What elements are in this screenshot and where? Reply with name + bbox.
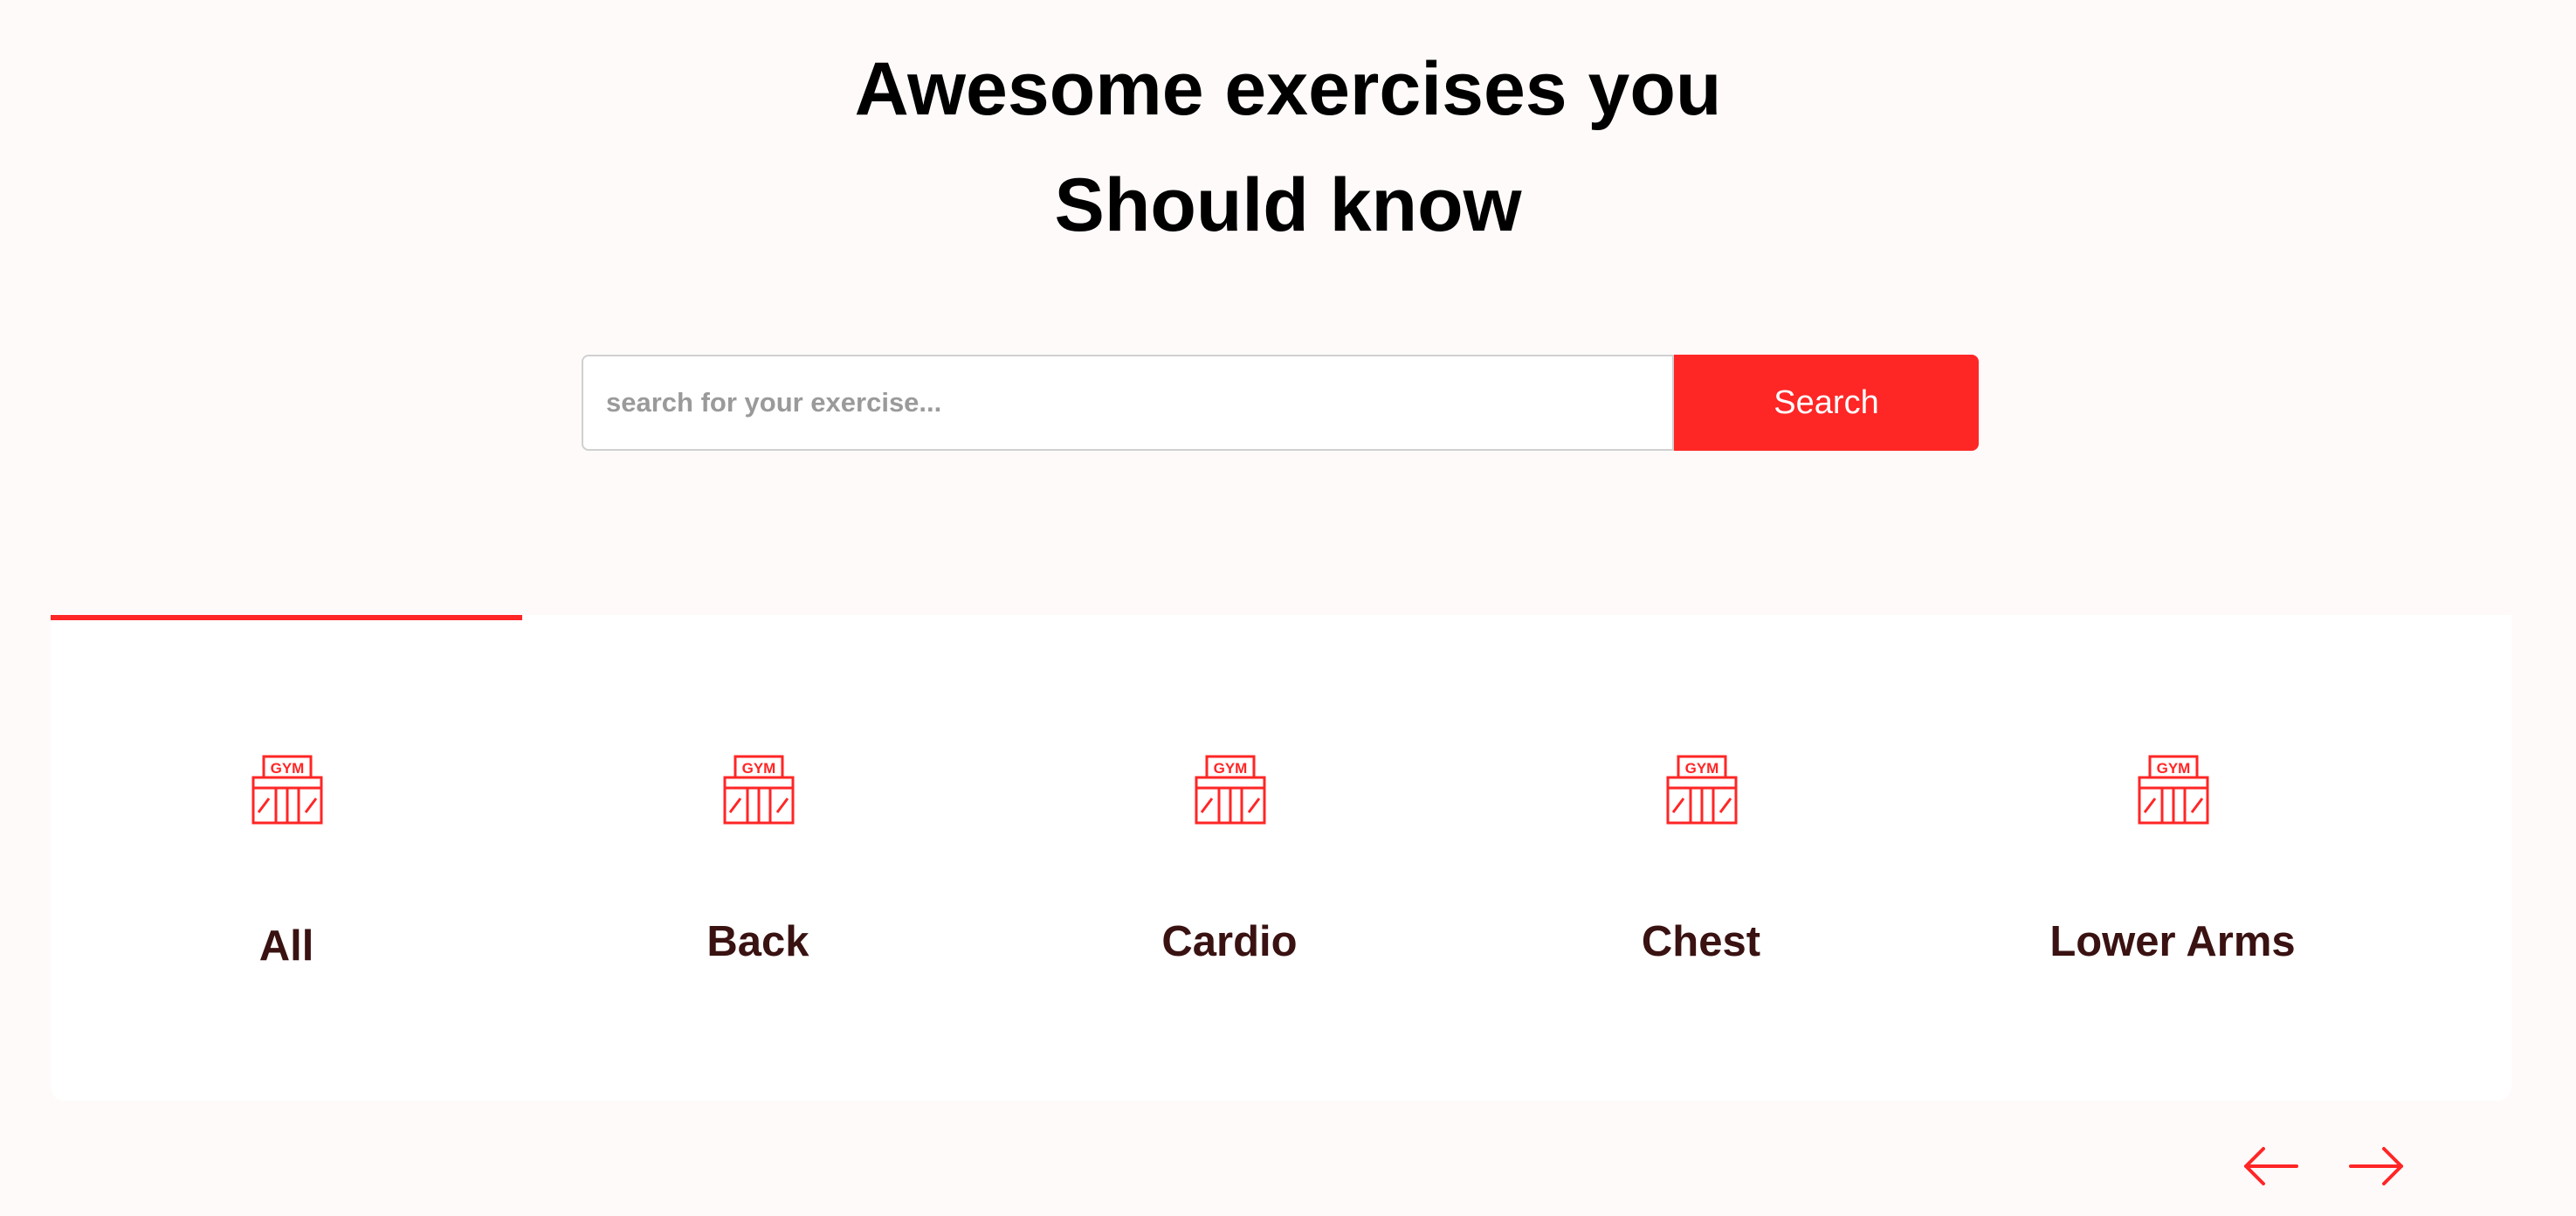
category-carousel: GYM All GYM Back GYM Cardio GYM Chest GY… bbox=[51, 615, 2511, 1101]
svg-text:GYM: GYM bbox=[271, 760, 305, 777]
category-label: Back bbox=[706, 918, 809, 965]
category-card-back[interactable]: GYM Back bbox=[522, 615, 994, 1101]
category-label: Cardio bbox=[1161, 918, 1298, 965]
search-bar: Search bbox=[582, 355, 1979, 451]
category-label: Chest bbox=[1641, 918, 1761, 965]
gym-icon: GYM bbox=[1666, 755, 1738, 825]
gym-icon: GYM bbox=[723, 755, 795, 825]
arrow-right-icon[interactable] bbox=[2347, 1144, 2405, 1188]
page-title-line-2: Should know bbox=[1054, 163, 1522, 247]
gym-icon: GYM bbox=[1195, 755, 1266, 825]
search-button[interactable]: Search bbox=[1674, 355, 1979, 451]
gym-icon: GYM bbox=[2138, 755, 2209, 825]
arrow-left-icon[interactable] bbox=[2242, 1144, 2300, 1188]
category-card-all[interactable]: GYM All bbox=[51, 615, 522, 1101]
category-card-chest[interactable]: GYM Chest bbox=[1465, 615, 1937, 1101]
page-title: Awesome exercises you Should know bbox=[0, 31, 2576, 264]
category-card-lower-arms[interactable]: GYM Lower Arms bbox=[1937, 615, 2408, 1101]
search-input[interactable] bbox=[582, 355, 1674, 451]
gym-icon: GYM bbox=[251, 755, 323, 825]
category-label: Lower Arms bbox=[2049, 918, 2296, 965]
category-card-cardio[interactable]: GYM Cardio bbox=[994, 615, 1465, 1101]
svg-text:GYM: GYM bbox=[742, 760, 776, 777]
svg-text:GYM: GYM bbox=[2157, 760, 2191, 777]
svg-text:GYM: GYM bbox=[1685, 760, 1719, 777]
category-label: All bbox=[258, 922, 314, 970]
svg-text:GYM: GYM bbox=[1214, 760, 1248, 777]
page-title-line-1: Awesome exercises you bbox=[854, 47, 1722, 131]
